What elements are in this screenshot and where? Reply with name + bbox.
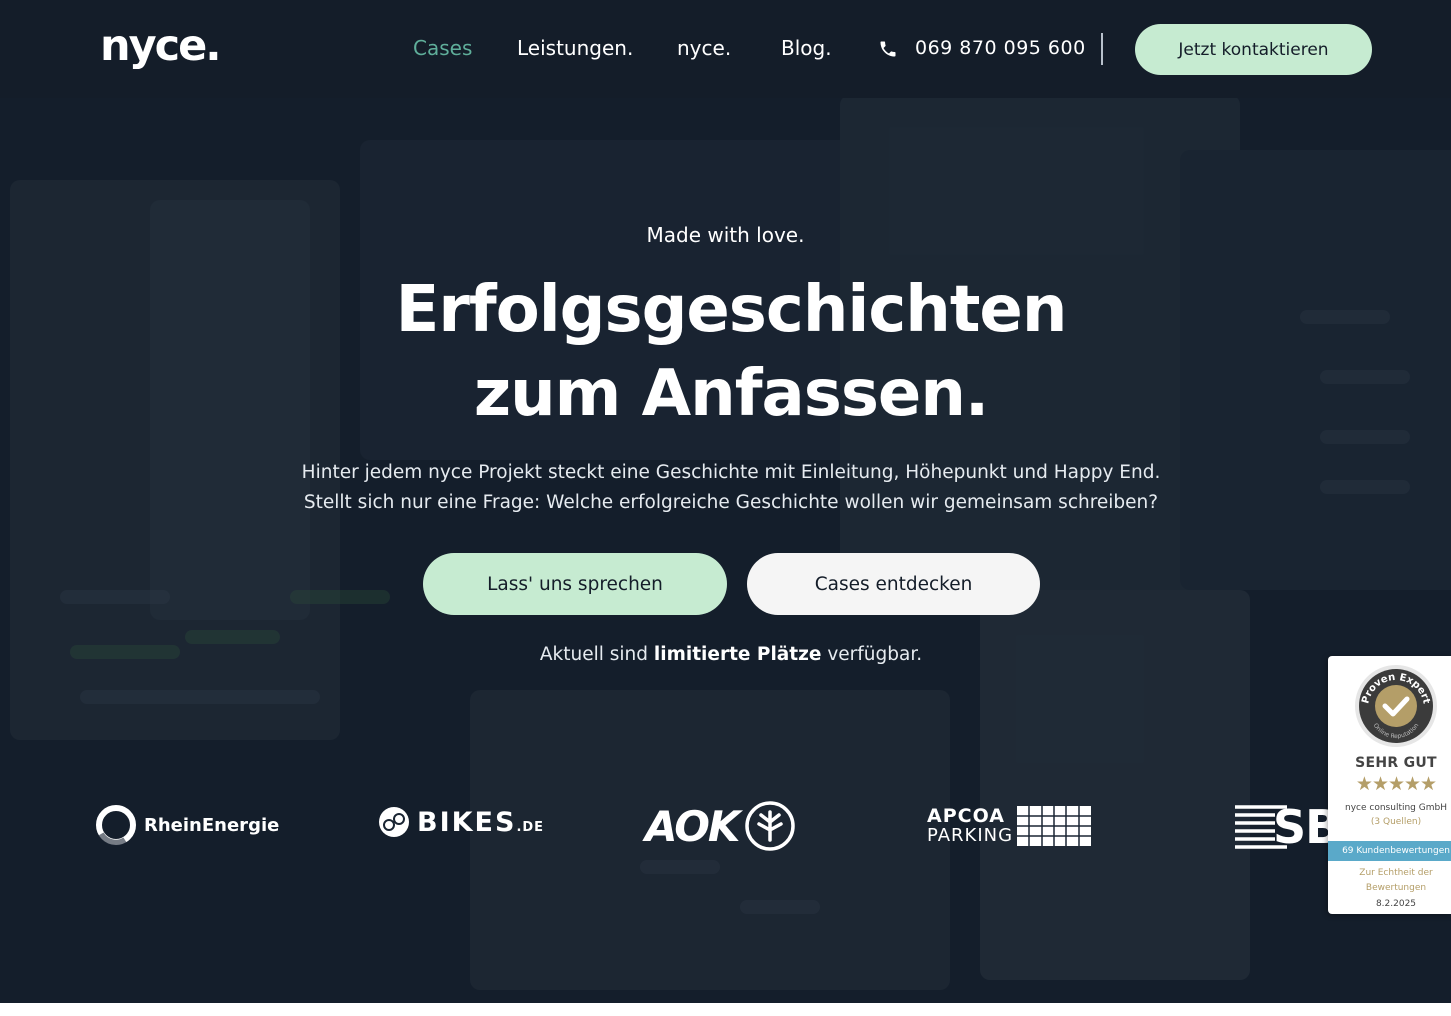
bikes-wordmark: BIKES bbox=[417, 806, 517, 838]
client-logo-bikes: BIKES .DE bbox=[378, 806, 544, 838]
nyce-logo[interactable]: nyce. bbox=[100, 22, 222, 70]
rating-label: SEHR GUT bbox=[1355, 755, 1437, 771]
rating-date: 8.2.2025 bbox=[1375, 899, 1417, 909]
proven-expert-widget[interactable]: Proven Expert Online Reputation SEHR GUT… bbox=[1328, 656, 1451, 914]
hero-section: nyce. Cases Leistungen. nyce. Blog. 069 … bbox=[0, 0, 1451, 1003]
phone-number[interactable]: 069 870 095 600 bbox=[915, 34, 1086, 62]
discover-cases-button[interactable]: Cases entdecken bbox=[747, 553, 1040, 615]
aok-tree-icon bbox=[745, 801, 796, 851]
client-logo-aok: AOK bbox=[645, 800, 796, 852]
availability-note: Aktuell sind limitierte Plätze verfügbar… bbox=[0, 641, 1451, 669]
nav-item-nyce[interactable]: nyce. bbox=[677, 34, 731, 64]
client-logo-rheinenergie: RheinEnergie bbox=[95, 804, 279, 846]
apcoa-wordmark: APCOA bbox=[927, 805, 1005, 827]
talk-button[interactable]: Lass' uns sprechen bbox=[423, 553, 727, 615]
authenticity-link[interactable]: Zur Echtheit der Bewertungen bbox=[1328, 866, 1451, 896]
grid-icon bbox=[1017, 806, 1092, 846]
bike-icon bbox=[379, 807, 409, 837]
nav-item-blog[interactable]: Blog. bbox=[781, 34, 832, 64]
header-divider bbox=[1101, 33, 1103, 65]
hero-subtitle-line1: Hinter jedem nyce Projekt steckt eine Ge… bbox=[301, 462, 1161, 483]
apcoa-parking: PARKING bbox=[927, 825, 1014, 846]
sources-count: (3 Quellen) bbox=[1370, 817, 1422, 827]
rheinenergie-wordmark: RheinEnergie bbox=[144, 814, 280, 836]
hero-title-line2: zum Anfassen. bbox=[473, 357, 989, 431]
bikes-domain: .DE bbox=[516, 819, 545, 835]
site-header: nyce. Cases Leistungen. nyce. Blog. 069 … bbox=[0, 0, 1451, 98]
hero-subtitle-line2: Stellt sich nur eine Frage: Welche erfol… bbox=[303, 492, 1159, 513]
client-logo-apcoa: APCOA PARKING bbox=[927, 805, 1092, 846]
contact-button[interactable]: Jetzt kontaktieren bbox=[1135, 24, 1372, 75]
company-name: nyce consulting GmbH bbox=[1345, 803, 1447, 813]
review-count-badge[interactable]: 69 Kundenbewertungen bbox=[1328, 841, 1451, 861]
phone-icon[interactable] bbox=[878, 39, 898, 59]
nav-item-cases[interactable]: Cases bbox=[413, 34, 472, 64]
authenticity-line2: Bewertungen bbox=[1365, 883, 1427, 893]
proven-expert-seal-icon: Proven Expert Online Reputation bbox=[1355, 665, 1437, 747]
authenticity-line1: Zur Echtheit der bbox=[1359, 868, 1433, 878]
hero-title-line1: Erfolgsgeschichten bbox=[395, 273, 1068, 347]
availability-suffix: verfügbar. bbox=[827, 644, 923, 665]
ring-icon bbox=[96, 805, 136, 846]
availability-highlight: limitierte Plätze bbox=[653, 644, 822, 665]
aok-wordmark: AOK bbox=[645, 801, 740, 851]
hero-eyebrow: Made with love. bbox=[646, 223, 805, 247]
availability-prefix: Aktuell sind bbox=[539, 644, 649, 665]
star-rating-icon: ★★★★★ bbox=[1355, 773, 1437, 795]
nav-item-leistungen[interactable]: Leistungen. bbox=[517, 34, 633, 64]
